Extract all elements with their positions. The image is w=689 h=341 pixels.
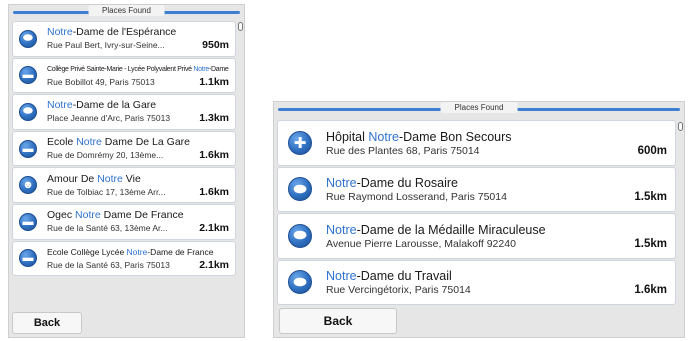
- list-item[interactable]: ⬬ Notre-Dame du Travail Rue Vercingétori…: [277, 259, 676, 305]
- place-distance: 600m: [637, 144, 667, 157]
- school-icon: ▬: [19, 212, 37, 231]
- list-item[interactable]: ⬬ Notre-Dame du Rosaire Rue Raymond Loss…: [277, 166, 676, 212]
- school-icon: ▬: [19, 249, 37, 268]
- place-of-worship-icon: ⬬: [288, 270, 312, 295]
- list-item[interactable]: ⬬ Notre-Dame de la Gare Place Jeanne d'A…: [12, 94, 236, 130]
- place-distance: 1.5km: [634, 191, 667, 204]
- place-name: Notre-Dame de la Gare: [47, 99, 157, 112]
- place-distance: 1.3km: [199, 112, 229, 125]
- place-of-worship-icon: ⬬: [19, 102, 37, 121]
- place-distance: 1.6km: [634, 284, 667, 297]
- place-name: Notre-Dame de la Médaille Miraculeuse: [326, 222, 546, 237]
- place-distance: 1.5km: [634, 237, 667, 250]
- hospital-icon: ✚: [288, 130, 312, 155]
- place-address: Rue de Domrémy 20, 13ème...: [47, 150, 164, 161]
- panel-title: Places Found: [88, 5, 165, 16]
- community-icon: ☻: [19, 176, 37, 195]
- place-distance: 2.1km: [199, 222, 229, 235]
- place-address: Rue des Plantes 68, Paris 75014: [326, 144, 480, 157]
- place-distance: 2.1km: [199, 258, 229, 271]
- place-name: Amour De Notre Vie: [47, 172, 141, 185]
- place-address: Rue de Tolbiac 17, 13ème Arr...: [47, 186, 166, 197]
- list-item[interactable]: ▬ Ecole Collège Lycée Notre-Dame de Fran…: [12, 240, 236, 277]
- place-distance: 1.6km: [199, 185, 229, 198]
- back-button[interactable]: Back: [279, 308, 397, 334]
- place-name: Ogec Notre Dame De France: [47, 209, 184, 222]
- place-name: Ecole Collège Lycée Notre-Dame de France: [47, 246, 214, 257]
- list-item[interactable]: ⬬ Notre-Dame de la Médaille Miraculeuse …: [277, 213, 676, 259]
- place-address: Rue de la Santé 63, Paris 75013: [47, 259, 170, 270]
- list-item[interactable]: ▬ Collège Privé Sainte-Marie - Lycée Pol…: [12, 57, 236, 94]
- school-icon: ▬: [19, 66, 37, 85]
- place-distance: 1.6km: [199, 149, 229, 162]
- place-address: Rue Paul Bert, Ivry-sur-Seine...: [47, 40, 165, 51]
- place-name: Collège Privé Sainte-Marie - Lycée Polyv…: [47, 65, 229, 73]
- place-address: Rue Bobillot 49, Paris 75013: [47, 76, 155, 87]
- scroll-indicator[interactable]: [238, 22, 243, 31]
- list-item[interactable]: ✚ Hôpital Notre-Dame Bon Secours Rue des…: [277, 120, 676, 166]
- place-address: Rue de la Santé 63, 13ème Ar...: [47, 223, 168, 234]
- results-list[interactable]: ⬬ Notre-Dame de l'Espérance Rue Paul Ber…: [12, 21, 236, 277]
- place-name: Notre-Dame de l'Espérance: [47, 26, 177, 39]
- school-icon: ▬: [19, 139, 37, 158]
- place-name: Notre-Dame du Travail: [326, 269, 452, 284]
- place-name: Ecole Notre Dame De La Gare: [47, 136, 190, 149]
- panel-title-bar: Places Found: [274, 102, 684, 116]
- places-found-panel-right: Places Found ✚ Hôpital Notre-Dame Bon Se…: [273, 101, 685, 338]
- list-item[interactable]: ▬ Ecole Notre Dame De La Gare Rue de Dom…: [12, 130, 236, 167]
- results-list[interactable]: ✚ Hôpital Notre-Dame Bon Secours Rue des…: [277, 120, 676, 306]
- place-of-worship-icon: ⬬: [288, 177, 312, 202]
- back-button[interactable]: Back: [12, 312, 82, 334]
- list-item[interactable]: ▬ Ogec Notre Dame De France Rue de la Sa…: [12, 203, 236, 240]
- place-of-worship-icon: ⬬: [288, 223, 312, 248]
- places-found-panel-left: Places Found ⬬ Notre-Dame de l'Espérance…: [8, 4, 245, 338]
- place-address: Avenue Pierre Larousse, Malakoff 92240: [326, 237, 516, 250]
- place-address: Rue Vercingétorix, Paris 75014: [326, 284, 471, 297]
- scroll-indicator[interactable]: [678, 122, 683, 131]
- place-distance: 1.1km: [199, 75, 229, 88]
- place-of-worship-icon: ⬬: [19, 29, 37, 48]
- place-name: Notre-Dame du Rosaire: [326, 176, 459, 191]
- panel-title: Places Found: [440, 102, 518, 113]
- place-address: Rue Raymond Losserand, Paris 75014: [326, 191, 507, 204]
- panel-title-bar: Places Found: [9, 5, 244, 19]
- place-address: Place Jeanne d'Arc, Paris 75013: [47, 113, 171, 124]
- list-item[interactable]: ☻ Amour De Notre Vie Rue de Tolbiac 17, …: [12, 167, 236, 203]
- place-distance: 950m: [202, 39, 229, 52]
- list-item[interactable]: ⬬ Notre-Dame de l'Espérance Rue Paul Ber…: [12, 21, 236, 57]
- place-name: Hôpital Notre-Dame Bon Secours: [326, 129, 512, 144]
